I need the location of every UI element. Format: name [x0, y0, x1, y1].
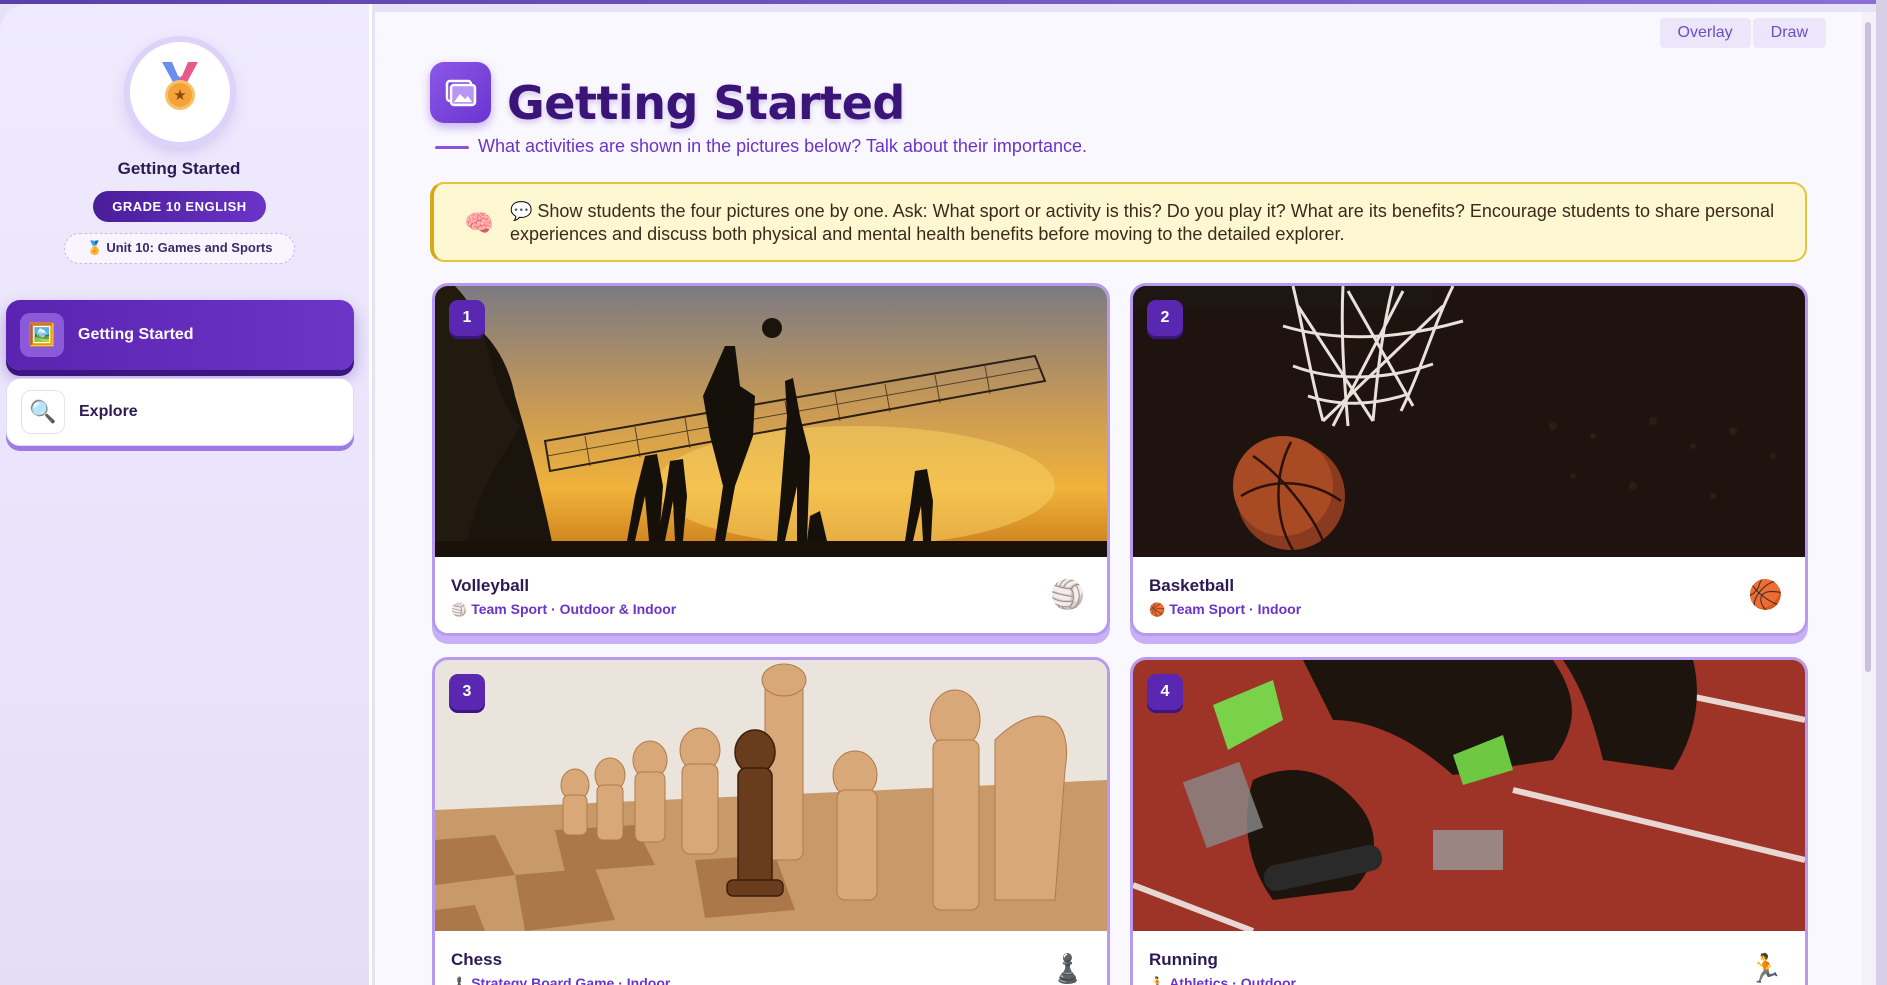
picture-card-basketball[interactable]: 2 Basketball 🏀 Team Sport · Indoor 🏀 [1130, 283, 1808, 636]
card-number-badge: 4 [1147, 674, 1183, 710]
running-image [1133, 660, 1805, 931]
card-subtitle: 🏐 Team Sport · Outdoor & Indoor [451, 601, 676, 618]
volleyball-icon: 🏐 [451, 602, 468, 617]
card-subtitle-text: Team Sport · Indoor [1169, 601, 1302, 617]
picture-card-chess[interactable]: 3 Chess ♟️ Strategy Board Game · Indoor ♟… [432, 657, 1110, 985]
gallery-icon [430, 62, 491, 123]
medal-star-icon: ★ [165, 80, 195, 110]
chess-pawn-icon: ♟️ [1050, 952, 1085, 985]
page-subtitle: What activities are shown in the picture… [478, 136, 1087, 156]
sidebar-item-getting-started[interactable]: 🖼️ Getting Started [6, 300, 354, 370]
brain-icon: 🧠 [464, 209, 494, 237]
card-subtitle-text: Athletics · Outdoor [1169, 975, 1296, 985]
card-title: Running [1149, 950, 1218, 969]
window-edge [1876, 0, 1887, 985]
card-title: Chess [451, 950, 503, 969]
sidebar-title: Getting Started [117, 159, 241, 178]
sidebar-item-label: Explore [79, 403, 138, 420]
sidebar: ★ Getting Started GRADE 10 ENGLISH 🏅 Uni… [0, 4, 372, 985]
card-subtitle: 🏀 Team Sport · Indoor [1149, 601, 1301, 618]
chess-pawn-icon: ♟️ [451, 976, 468, 985]
card-subtitle-text: Strategy Board Game · Indoor [471, 975, 671, 985]
medal-icon: ★ [130, 42, 230, 142]
main-content: Overlay Draw Getting Started What activi… [375, 12, 1862, 985]
draw-button[interactable]: Draw [1752, 18, 1826, 48]
card-subtitle: 🏃 Athletics · Outdoor [1149, 975, 1296, 985]
teacher-note: 🧠 💬 Show students the four pictures one … [430, 182, 1807, 262]
page-title: Getting Started [507, 76, 905, 130]
card-title: Basketball [1149, 576, 1235, 595]
runner-icon: 🏃 [1748, 952, 1783, 985]
basketball-image [1133, 286, 1805, 557]
sidebar-item-label: Getting Started [78, 326, 194, 343]
teacher-note-text: 💬 Show students the four pictures one by… [510, 201, 1775, 244]
card-subtitle-text: Team Sport · Outdoor & Indoor [471, 601, 677, 617]
sidebar-item-explore[interactable]: 🔍 Explore [6, 378, 354, 446]
card-number-badge: 2 [1147, 300, 1183, 336]
unit-badge: 🏅 Unit 10: Games and Sports [64, 233, 295, 264]
card-subtitle: ♟️ Strategy Board Game · Indoor [451, 975, 670, 985]
volleyball-image [435, 286, 1107, 557]
scrollbar-thumb[interactable] [1865, 22, 1871, 672]
volleyball-icon: 🏐 [1050, 578, 1085, 611]
chess-image [435, 660, 1107, 931]
picture-card-volleyball[interactable]: 1 Volleyball 🏐 Team Sport · Outdoor & Ind… [432, 283, 1110, 636]
magnifier-icon: 🔍 [21, 390, 65, 434]
mode-tabs: Overlay Draw [1659, 18, 1826, 48]
grade-badge: GRADE 10 ENGLISH [93, 191, 266, 222]
runner-icon: 🏃 [1149, 976, 1166, 985]
card-number-badge: 1 [449, 300, 485, 336]
card-title: Volleyball [451, 576, 530, 595]
subtitle-accent-line [435, 146, 469, 149]
picture-card-running[interactable]: 4 Running 🏃 Athletics · Outdoor 🏃 [1130, 657, 1808, 985]
overlay-button[interactable]: Overlay [1659, 18, 1751, 48]
picture-icon: 🖼️ [20, 313, 64, 357]
basketball-icon: 🏀 [1149, 602, 1166, 617]
basketball-icon: 🏀 [1748, 578, 1783, 611]
scrollbar[interactable] [1862, 12, 1876, 985]
card-number-badge: 3 [449, 674, 485, 710]
